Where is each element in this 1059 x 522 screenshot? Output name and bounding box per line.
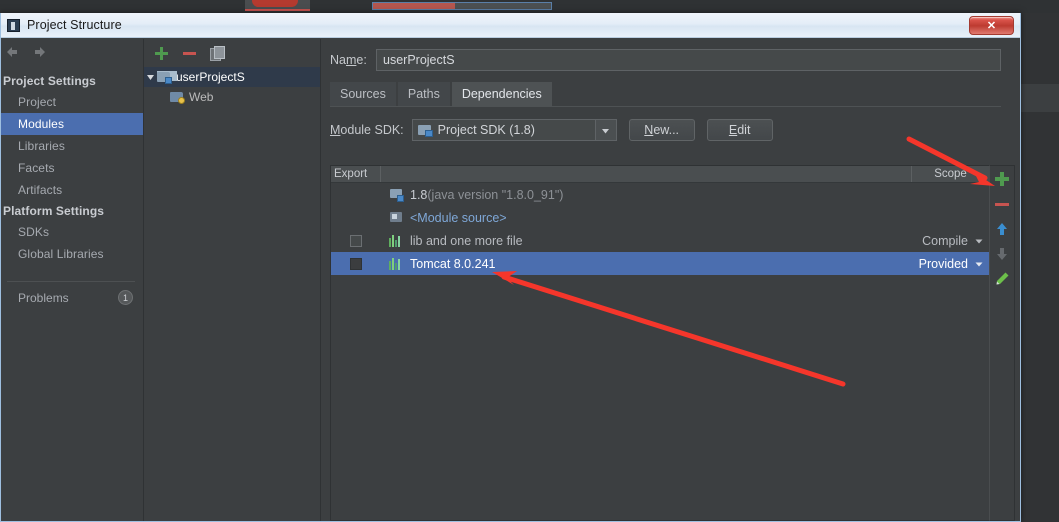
- sidebar-group-platform-settings: Platform Settings: [3, 204, 105, 218]
- tree-node-userprojects[interactable]: userProjectS: [144, 67, 320, 87]
- module-tree-pane: userProjectS Web: [144, 39, 321, 521]
- sidebar-nav-arrows: [1, 39, 143, 65]
- dialog-title: Project Structure: [27, 18, 122, 32]
- dependency-name: <Module source>: [410, 210, 507, 225]
- module-name-row: Name:: [321, 39, 1020, 71]
- intellij-icon: [7, 18, 20, 32]
- dependency-name-suffix: (java version "1.8.0_91"): [427, 187, 564, 202]
- dependency-name: 1.8: [410, 187, 428, 202]
- sidebar-list: Project Settings Project Modules Librari…: [1, 65, 143, 305]
- settings-sidebar: Project Settings Project Modules Librari…: [1, 39, 144, 521]
- scope-value: Provided: [918, 256, 968, 271]
- sidebar-item-sdks[interactable]: SDKs: [1, 221, 143, 243]
- dependencies-table: Export Scope 1.8 (java version "1.8.0_91…: [330, 165, 989, 521]
- sidebar-item-modules[interactable]: Modules: [1, 113, 143, 135]
- new-sdk-button[interactable]: New...: [628, 119, 695, 141]
- add-dependency-button[interactable]: [994, 171, 1010, 187]
- jdk-icon: [389, 188, 404, 202]
- module-tabs: Sources Paths Dependencies: [330, 82, 1020, 106]
- dependency-name: Tomcat 8.0.241: [410, 256, 496, 271]
- dialog-title-bar: Project Structure ✕: [1, 13, 1020, 38]
- tree-node-label: userProjectS: [176, 70, 245, 84]
- sidebar-item-project[interactable]: Project: [1, 91, 143, 113]
- scope-cell[interactable]: Provided: [912, 257, 989, 271]
- export-checkbox[interactable]: [350, 234, 362, 247]
- forward-arrow-icon[interactable]: [31, 44, 49, 60]
- column-header-name: [381, 166, 912, 182]
- edit-sdk-button[interactable]: Edit: [706, 119, 773, 141]
- library-icon: [389, 234, 404, 247]
- background-progress-bar: [372, 2, 552, 10]
- dependencies-table-header: Export Scope: [331, 166, 989, 183]
- background-run-indicator: [252, 0, 298, 7]
- chevron-down-icon[interactable]: [975, 260, 983, 268]
- tab-underline: [330, 106, 1001, 107]
- tab-sources[interactable]: Sources: [330, 82, 396, 106]
- module-sdk-label: Module SDK:: [330, 123, 404, 137]
- scope-value: Compile: [922, 233, 968, 248]
- sidebar-item-global-libraries[interactable]: Global Libraries: [1, 243, 143, 265]
- dependency-name: lib and one more file: [410, 233, 523, 248]
- background-top-strip: [0, 0, 1059, 13]
- remove-dependency-button[interactable]: [994, 196, 1010, 212]
- table-row[interactable]: 1.8 (java version "1.8.0_91"): [331, 183, 989, 206]
- library-icon: [389, 257, 404, 270]
- dependencies-table-wrap: Export Scope 1.8 (java version "1.8.0_91…: [330, 165, 1015, 521]
- jdk-icon: [417, 124, 433, 137]
- sidebar-item-facets[interactable]: Facets: [1, 157, 143, 179]
- tree-node-label: Web: [189, 90, 214, 104]
- dependency-name-cell: <Module source>: [381, 211, 912, 225]
- back-arrow-icon[interactable]: [3, 44, 21, 60]
- chevron-down-icon[interactable]: [975, 237, 983, 245]
- sidebar-item-problems[interactable]: Problems 1: [1, 290, 143, 305]
- export-cell: [331, 234, 381, 247]
- module-sdk-row: Module SDK: Project SDK (1.8) New... Edi…: [330, 119, 1020, 141]
- sidebar-item-libraries[interactable]: Libraries: [1, 135, 143, 157]
- scope-cell[interactable]: Compile: [912, 234, 989, 248]
- export-cell: [331, 257, 381, 270]
- module-source-icon: [389, 211, 404, 224]
- module-name-label: Name:: [330, 53, 367, 67]
- sidebar-divider: [7, 281, 135, 282]
- dependency-name-cell: Tomcat 8.0.241: [381, 257, 912, 271]
- dependency-name-cell: lib and one more file: [381, 234, 912, 248]
- remove-module-button[interactable]: [182, 46, 197, 61]
- tab-dependencies[interactable]: Dependencies: [451, 82, 552, 106]
- dependency-toolbar: [989, 165, 1015, 521]
- export-checkbox[interactable]: [350, 257, 362, 270]
- module-detail-panel: Name: Sources Paths Dependencies Module …: [321, 39, 1020, 521]
- move-down-button[interactable]: [994, 246, 1010, 262]
- chevron-down-icon[interactable]: [144, 73, 157, 82]
- copy-module-button[interactable]: [210, 45, 225, 61]
- facet-web-icon: [170, 91, 185, 104]
- close-button[interactable]: ✕: [969, 16, 1014, 35]
- table-row[interactable]: lib and one more file Compile: [331, 229, 989, 252]
- move-up-button[interactable]: [994, 221, 1010, 237]
- dialog-body: Project Settings Project Modules Librari…: [1, 39, 1020, 521]
- table-row[interactable]: <Module source>: [331, 206, 989, 229]
- background-right-panel-row: [1020, 84, 1059, 112]
- tree-node-web[interactable]: Web: [144, 87, 320, 107]
- problems-count-badge: 1: [118, 290, 133, 305]
- sidebar-group-project-settings: Project Settings: [3, 74, 96, 88]
- chevron-down-icon[interactable]: [594, 120, 616, 140]
- add-module-button[interactable]: [154, 46, 169, 61]
- tab-paths[interactable]: Paths: [397, 82, 450, 106]
- module-sdk-select[interactable]: Project SDK (1.8): [411, 119, 617, 141]
- sidebar-item-artifacts[interactable]: Artifacts: [1, 179, 143, 201]
- module-icon: [157, 71, 177, 84]
- column-header-export[interactable]: Export: [331, 166, 381, 182]
- project-structure-dialog: Project Structure ✕ Project Settings Pro…: [0, 13, 1021, 522]
- table-row[interactable]: Tomcat 8.0.241 Provided: [331, 252, 989, 275]
- problems-label: Problems: [18, 290, 69, 305]
- edit-dependency-button[interactable]: [994, 271, 1010, 287]
- column-header-scope[interactable]: Scope: [912, 166, 989, 182]
- dependency-name-cell: 1.8 (java version "1.8.0_91"): [381, 188, 912, 202]
- module-tree-toolbar: [144, 39, 320, 67]
- module-sdk-value: Project SDK (1.8): [437, 123, 535, 137]
- module-name-input[interactable]: [376, 49, 1001, 71]
